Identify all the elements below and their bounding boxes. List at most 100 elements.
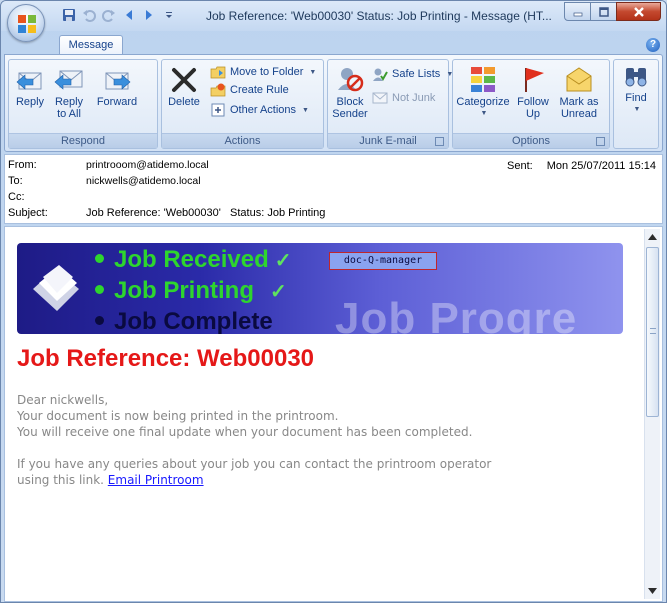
sent-row: Sent: Mon 25/07/2011 15:14 <box>507 160 656 172</box>
step-job-printing: Job Printing ✓ <box>95 276 292 307</box>
job-progress-banner: Job Progre Job Received ✓ Job Printing ✓ J… <box>17 243 623 334</box>
block-sender-label-line1: Block <box>336 96 364 108</box>
step-job-received-label: Job Received <box>114 246 269 273</box>
not-junk-icon <box>372 92 388 104</box>
save-icon[interactable] <box>61 7 77 23</box>
create-rule-button[interactable]: Create Rule <box>210 82 289 98</box>
banner-watermark: Job Progre <box>335 294 578 334</box>
delete-icon <box>172 68 196 92</box>
minimize-icon <box>573 12 582 16</box>
outlook-message-window: Job Reference: 'Web00030' Status: Job Pr… <box>0 0 667 603</box>
step-job-complete: Job Complete <box>95 307 292 334</box>
maximize-button[interactable] <box>590 2 617 21</box>
scroll-down-button[interactable] <box>645 583 660 599</box>
respond-group: Reply Reply to All Forward Respond <box>8 59 158 149</box>
sent-label: Sent: <box>507 160 533 172</box>
customize-toolbar-icon[interactable] <box>161 7 177 23</box>
options-group: Categorize ▼ Follow Up Mark as Unread Op… <box>452 59 610 149</box>
office-button[interactable] <box>7 4 45 42</box>
document-stack-icon <box>33 265 79 311</box>
close-icon <box>633 6 644 17</box>
safe-lists-label: Safe Lists <box>392 68 441 80</box>
delete-button[interactable]: Delete <box>166 64 202 108</box>
move-to-folder-icon <box>210 66 226 79</box>
ribbon: Reply Reply to All Forward Respond Delet… <box>4 54 663 152</box>
options-dialog-launcher[interactable] <box>596 137 605 146</box>
minimize-button[interactable] <box>564 2 591 21</box>
bullet-icon <box>95 285 104 295</box>
from-label: From: <box>8 159 37 171</box>
junk-email-dialog-launcher[interactable] <box>435 137 444 146</box>
step-job-received: Job Received ✓ <box>95 245 292 276</box>
categorize-icon <box>471 67 495 92</box>
scroll-thumb[interactable] <box>646 247 659 417</box>
scroll-up-button[interactable] <box>645 229 660 245</box>
to-row: To: nickwells@atidemo.local <box>8 175 201 187</box>
help-icon[interactable]: ? <box>646 38 660 52</box>
from-row: From: printrooom@atidemo.local <box>8 159 209 171</box>
find-label: Find <box>625 92 647 104</box>
binoculars-icon <box>625 68 647 87</box>
not-junk-label: Not Junk <box>392 92 436 104</box>
tab-message[interactable]: Message <box>59 35 123 56</box>
undo-icon[interactable] <box>81 7 97 23</box>
safe-lists-icon <box>373 68 388 81</box>
title-bar: Job Reference: 'Web00030' Status: Job Pr… <box>1 1 666 42</box>
actions-group: Delete Move to Folder ▼ Create Rule Other… <box>161 59 324 149</box>
mark-as-unread-button[interactable]: Mark as Unread <box>555 64 603 120</box>
junk-email-group-label: Junk E-mail <box>328 133 448 148</box>
other-actions-button[interactable]: Other Actions ▼ <box>210 102 309 118</box>
mark-as-unread-label-line1: Mark as <box>559 96 599 108</box>
follow-up-button[interactable]: Follow Up <box>513 64 553 120</box>
to-label: To: <box>8 175 23 187</box>
actions-group-label: Actions <box>162 133 323 148</box>
cc-label: Cc: <box>8 191 25 203</box>
bullet-icon <box>95 316 104 326</box>
vertical-scrollbar[interactable] <box>644 229 660 599</box>
not-junk-button[interactable]: Not Junk <box>372 90 435 106</box>
mark-as-unread-label-line2: Unread <box>560 108 598 120</box>
other-actions-icon <box>211 103 225 117</box>
subject-row: Subject: Job Reference: 'Web00030' Status… <box>8 207 325 219</box>
junk-email-group: Block Sender Safe Lists ▼ Not Junk Junk E… <box>327 59 453 149</box>
find-group: Find ▼ <box>613 59 659 149</box>
forward-button[interactable]: Forward <box>93 64 141 108</box>
follow-up-label-line2: Up <box>525 108 541 120</box>
query-line-1: If you have any queries about your job y… <box>17 457 492 471</box>
redo-icon[interactable] <box>101 7 117 23</box>
close-button[interactable] <box>616 2 661 21</box>
message-body: Job Progre Job Received ✓ Job Printing ✓ J… <box>4 226 663 602</box>
reply-all-button[interactable]: Reply to All <box>49 64 89 120</box>
cc-row: Cc: <box>8 191 86 203</box>
brand-label: doc-Q-manager <box>329 252 437 270</box>
previous-item-icon[interactable] <box>121 7 137 23</box>
block-sender-button[interactable]: Block Sender <box>330 64 370 120</box>
move-to-folder-button[interactable]: Move to Folder ▼ <box>210 64 316 80</box>
next-item-icon[interactable] <box>141 7 157 23</box>
greeting-text: Dear nickwells, <box>17 393 109 407</box>
reply-button[interactable]: Reply <box>13 64 47 108</box>
safe-lists-button[interactable]: Safe Lists ▼ <box>372 66 453 82</box>
to-value[interactable]: nickwells@atidemo.local <box>86 175 201 187</box>
mark-as-unread-icon <box>566 67 592 92</box>
message-header: From: printrooom@atidemo.local To: nickwel… <box>4 154 663 224</box>
forward-label: Forward <box>96 96 138 108</box>
categorize-button[interactable]: Categorize ▼ <box>455 64 511 120</box>
quick-access-toolbar <box>51 7 177 23</box>
options-group-label: Options <box>453 133 609 148</box>
grip-icon <box>650 328 656 334</box>
find-button[interactable]: Find ▼ <box>618 64 654 116</box>
subject-value: Job Reference: 'Web00030' Status: Job Pr… <box>86 207 326 219</box>
reply-all-label-line1: Reply <box>54 96 84 108</box>
create-rule-label: Create Rule <box>230 84 289 96</box>
email-printroom-link[interactable]: Email Printroom <box>108 473 204 487</box>
sent-value: Mon 25/07/2011 15:14 <box>546 160 656 172</box>
from-value[interactable]: printrooom@atidemo.local <box>86 159 209 171</box>
step-job-printing-label: Job Printing <box>114 277 254 304</box>
body-line-1: Your document is now being printed in th… <box>17 409 339 423</box>
maximize-icon <box>598 6 609 17</box>
move-to-folder-label: Move to Folder <box>230 66 304 78</box>
check-icon: ✓ <box>270 281 287 303</box>
respond-group-label: Respond <box>9 133 157 148</box>
block-sender-label-line2: Sender <box>332 108 368 120</box>
